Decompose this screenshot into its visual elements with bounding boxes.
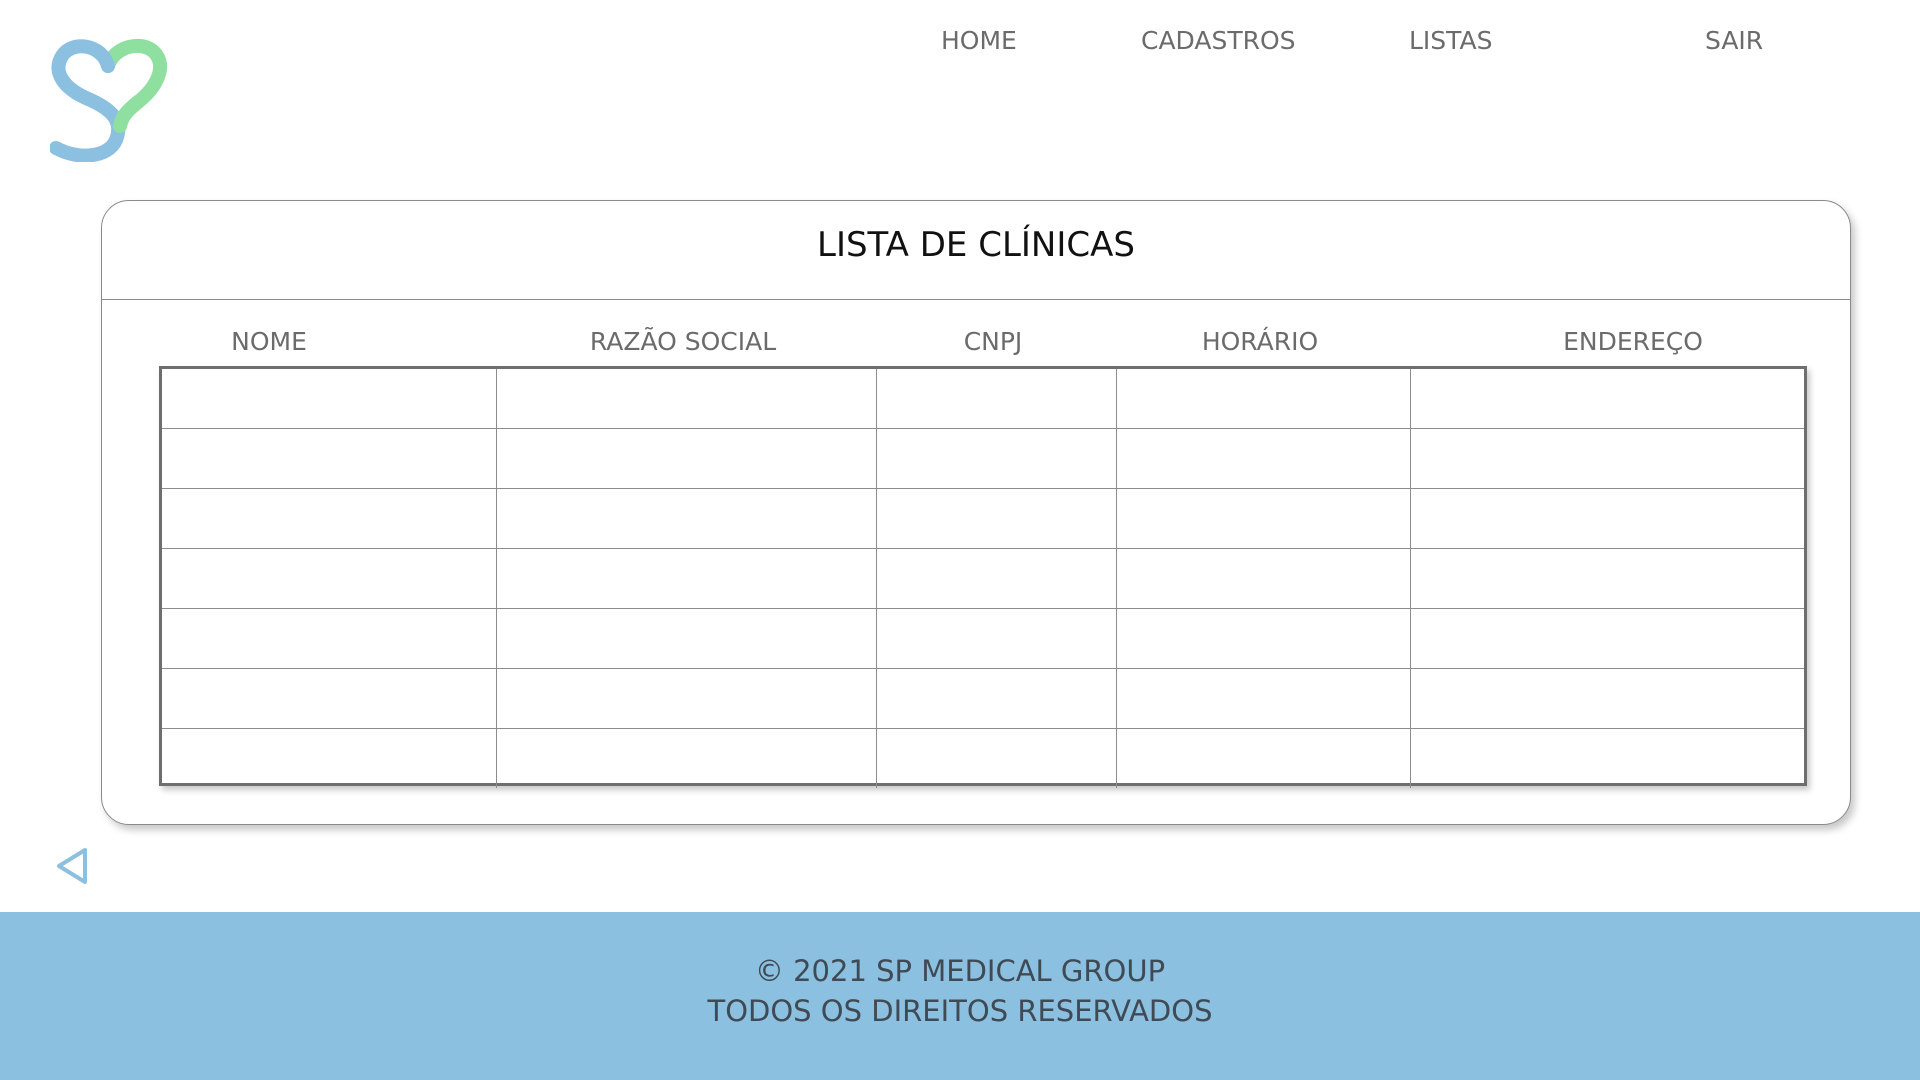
table-cell: [1115, 608, 1411, 669]
nav-home-link[interactable]: HOME: [941, 26, 1017, 55]
column-header-horario: HORÁRIO: [1201, 327, 1319, 356]
table-row: [162, 728, 1804, 788]
nav-sair-link[interactable]: SAIR: [1705, 26, 1763, 55]
table-cell: [875, 369, 1117, 429]
table-cell: [1115, 548, 1411, 609]
back-arrow-icon[interactable]: [55, 846, 89, 886]
table-row: [162, 369, 1804, 429]
column-header-cnpj: CNPJ: [963, 327, 1023, 356]
table-cell: [495, 488, 877, 549]
table-cell: [162, 608, 497, 669]
page-title: LISTA DE CLÍNICAS: [817, 225, 1135, 265]
table-cell: [1409, 728, 1804, 788]
table-cell: [1409, 668, 1804, 729]
table-cell: [875, 548, 1117, 609]
nav-listas-link[interactable]: LISTAS: [1409, 26, 1492, 55]
table-cell: [1115, 488, 1411, 549]
table-cell: [1409, 548, 1804, 609]
table-cell: [162, 428, 497, 489]
table-cell: [162, 728, 497, 788]
table-cell: [875, 488, 1117, 549]
clinics-table: [159, 366, 1807, 788]
table-row: [162, 668, 1804, 729]
table-cell: [1409, 608, 1804, 669]
table-cell: [495, 369, 877, 429]
table-cell: [162, 369, 497, 429]
table-cell: [875, 728, 1117, 788]
table-row: [162, 488, 1804, 549]
table-cell: [1115, 668, 1411, 729]
clinics-list-card: LISTA DE CLÍNICAS NOME RAZÃO SOCIAL CNPJ…: [101, 200, 1851, 825]
table-cell: [495, 728, 877, 788]
column-header-nome: NOME: [231, 327, 307, 356]
table-cell: [1115, 728, 1411, 788]
column-header-razao-social: RAZÃO SOCIAL: [589, 327, 777, 356]
copyright-text: © 2021 SP MEDICAL GROUP: [754, 954, 1166, 988]
table-cell: [1115, 369, 1411, 429]
table-cell: [1115, 428, 1411, 489]
table-row: [162, 428, 1804, 489]
page: HOME CADASTROS LISTAS SAIR LISTA DE CLÍN…: [0, 0, 1920, 1080]
table-row: [162, 608, 1804, 669]
table-cell: [1409, 488, 1804, 549]
nav-cadastros-link[interactable]: CADASTROS: [1141, 26, 1296, 55]
footer: © 2021 SP MEDICAL GROUP TODOS OS DIREITO…: [0, 912, 1920, 1080]
title-divider: [102, 299, 1850, 300]
table-cell: [162, 488, 497, 549]
table-cell: [875, 428, 1117, 489]
table-cell: [875, 668, 1117, 729]
column-header-endereco: ENDEREÇO: [1563, 327, 1703, 356]
table-cell: [495, 608, 877, 669]
table-cell: [875, 608, 1117, 669]
table-cell: [495, 428, 877, 489]
rights-text: TODOS OS DIREITOS RESERVADOS: [707, 994, 1213, 1028]
main-nav: HOME CADASTROS LISTAS SAIR: [0, 26, 1920, 66]
table-cell: [1409, 428, 1804, 489]
table-row: [162, 548, 1804, 609]
table-header: NOME RAZÃO SOCIAL CNPJ HORÁRIO ENDEREÇO: [102, 327, 1850, 361]
table-cell: [162, 548, 497, 609]
table-cell: [1409, 369, 1804, 429]
table-cell: [495, 668, 877, 729]
table-cell: [162, 668, 497, 729]
table-cell: [495, 548, 877, 609]
